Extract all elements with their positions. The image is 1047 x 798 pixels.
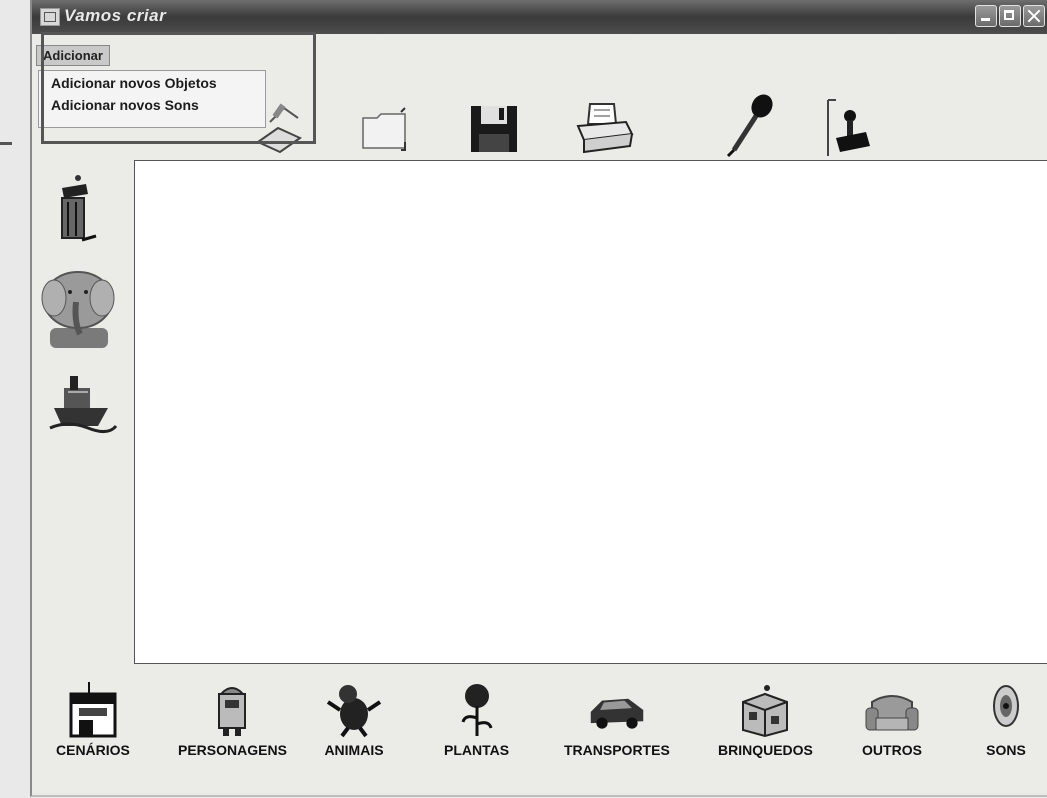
category-label: PERSONAGENS (178, 742, 287, 758)
category-label: ANIMAIS (324, 742, 384, 758)
category-animais[interactable]: ANIMAIS (324, 680, 384, 758)
category-label: CENÁRIOS (56, 742, 130, 758)
open-folder-icon[interactable] (357, 106, 413, 162)
ship-icon[interactable] (48, 368, 118, 439)
app-window: Vamos criar Adicionar Adicionar novos Ob… (30, 0, 1047, 797)
category-label: TRANSPORTES (564, 742, 670, 758)
category-sons[interactable]: SONS (976, 680, 1036, 758)
highlight-pointer-line (0, 142, 12, 145)
window-controls (975, 5, 1045, 27)
trash-can-icon[interactable] (46, 170, 104, 255)
category-outros[interactable]: OUTROS (862, 680, 922, 758)
highlight-box (41, 32, 316, 144)
app-icon (40, 8, 60, 26)
rose-icon (447, 680, 507, 738)
category-label: SONS (986, 742, 1026, 758)
robot-icon (202, 680, 262, 738)
elephant-icon[interactable] (40, 262, 120, 357)
category-label: OUTROS (862, 742, 922, 758)
category-cenarios[interactable]: CENÁRIOS (56, 680, 130, 758)
microphone-icon[interactable] (720, 92, 776, 158)
category-label: BRINQUEDOS (718, 742, 813, 758)
armchair-icon (862, 680, 922, 738)
speaker-icon (976, 680, 1036, 738)
building-icon (63, 680, 123, 738)
category-plantas[interactable]: PLANTAS (444, 680, 509, 758)
drawing-canvas[interactable] (134, 160, 1047, 664)
save-disk-icon[interactable] (469, 104, 525, 160)
joystick-icon[interactable] (822, 96, 878, 156)
close-button[interactable] (1023, 5, 1045, 27)
toy-box-icon (735, 680, 795, 738)
category-transportes[interactable]: TRANSPORTES (564, 680, 670, 758)
animal-icon (324, 680, 384, 738)
category-label: PLANTAS (444, 742, 510, 758)
title-bar[interactable]: Vamos criar (32, 0, 1047, 34)
window-title: Vamos criar (64, 6, 167, 25)
minimize-button[interactable] (975, 5, 997, 27)
category-brinquedos[interactable]: BRINQUEDOS (718, 680, 813, 758)
maximize-button[interactable] (999, 5, 1021, 27)
car-icon (587, 680, 647, 738)
category-personagens[interactable]: PERSONAGENS (178, 680, 287, 758)
printer-icon[interactable] (574, 100, 634, 156)
